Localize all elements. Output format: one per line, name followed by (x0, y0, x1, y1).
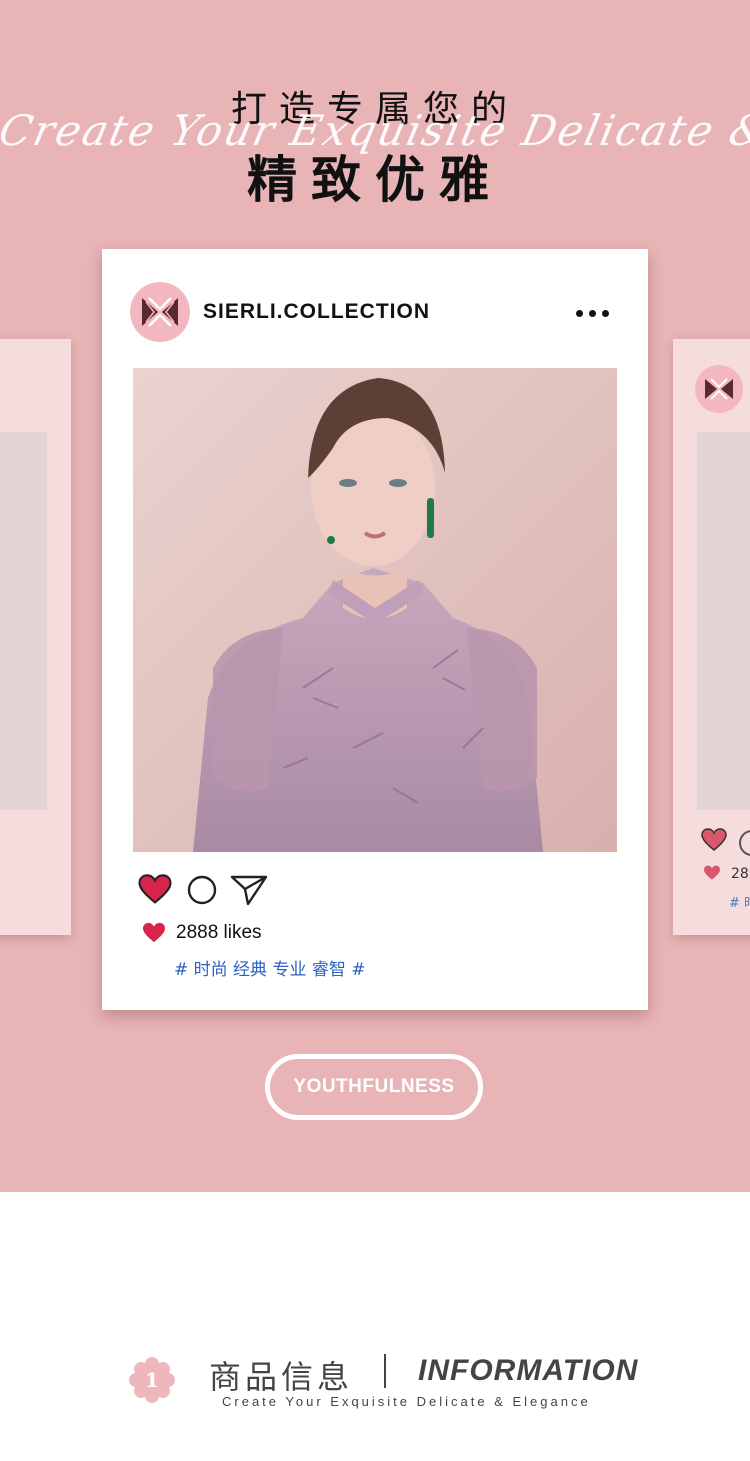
heart-icon[interactable] (138, 874, 172, 905)
heart-icon[interactable] (701, 828, 727, 852)
section-title-en: INFORMATION (418, 1354, 639, 1387)
side-likes-text: 288 (731, 866, 750, 882)
youthfulness-badge[interactable]: YOUTHFULNESS (265, 1054, 483, 1120)
side-post-card-left[interactable] (0, 339, 71, 935)
comment-icon[interactable] (739, 830, 750, 856)
account-avatar[interactable] (130, 282, 190, 342)
logo-icon (705, 378, 733, 400)
heart-icon (704, 865, 720, 880)
post-card: SIERLI.COLLECTION 2888 likes # 时尚 经典 专业 … (102, 249, 648, 1010)
side-post-photo (0, 432, 47, 810)
post-photo (133, 368, 617, 852)
section-subtitle: Create Your Exquisite Delicate & Eleganc… (222, 1394, 591, 1409)
section-number: 1 (145, 1368, 159, 1392)
model-illustration (133, 368, 617, 852)
headline-line2: 精致优雅 (247, 151, 503, 209)
likes-count[interactable]: 2888 likes (176, 922, 262, 944)
share-icon[interactable] (230, 874, 268, 906)
section-title-cn: 商品信息 (209, 1358, 354, 1396)
heart-icon (143, 922, 165, 943)
side-post-card-right[interactable]: 288 # 时 (673, 339, 750, 935)
account-name[interactable]: SIERLI.COLLECTION (203, 300, 430, 324)
divider (384, 1354, 386, 1388)
hashtags[interactable]: # 时尚 经典 专业 睿智 # (174, 955, 366, 980)
side-post-photo (697, 432, 750, 810)
logo-icon (142, 297, 178, 327)
more-icon[interactable] (576, 302, 616, 322)
section-header-information: 1 商品信息 INFORMATION Create Your Exquisite… (0, 1340, 750, 1420)
side-avatar (695, 365, 743, 413)
flower-icon: 1 (129, 1357, 175, 1403)
hero-section: 288 # 时 打造专属您的 Create Your Exquisite Del… (0, 0, 750, 1192)
comment-icon[interactable] (186, 874, 218, 906)
side-hashtags[interactable]: # 时 (729, 892, 750, 911)
